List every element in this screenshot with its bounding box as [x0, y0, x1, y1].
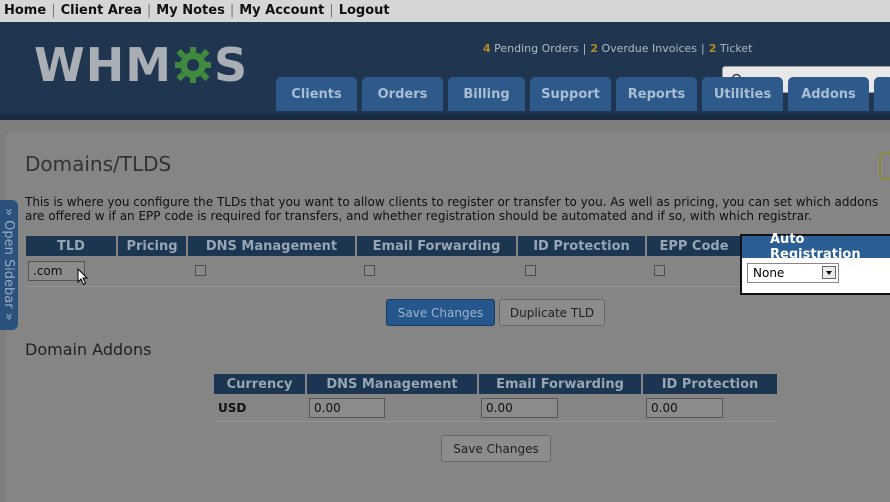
header-alerts: 4 Pending Orders | 2 Overdue Invoices | 2 Ti… [483, 42, 753, 55]
top-nav-bar: Home | Client Area | My Notes | My Account | Log… [0, 0, 890, 22]
duplicate-tld-button[interactable]: Duplicate TLD [499, 299, 605, 326]
th-email-forwarding: Email Forwarding [357, 236, 516, 256]
overdue-invoices-link[interactable]: Overdue Invoices [602, 42, 698, 55]
save-changes-button[interactable]: Save Changes [386, 299, 495, 326]
th-addon-email-forwarding: Email Forwarding [479, 374, 641, 394]
page-description: This is where you configure the TLDs tha… [25, 195, 879, 223]
nav-home-link[interactable]: Home [4, 3, 46, 18]
dns-management-checkbox[interactable] [195, 265, 206, 276]
id-protection-price-input[interactable]: 0.00 [646, 398, 723, 418]
nav-client-area-link[interactable]: Client Area [61, 3, 142, 18]
nav-my-account-link[interactable]: My Account [239, 3, 324, 18]
mouse-cursor-icon [77, 267, 89, 290]
open-sidebar-tab[interactable]: » Open Sidebar » [0, 200, 18, 330]
th-epp-code: EPP Code [647, 236, 741, 256]
th-tld: TLD [26, 236, 116, 256]
email-forwarding-price-input[interactable]: 0.00 [481, 398, 558, 418]
th-addon-dns-management: DNS Management [307, 374, 477, 394]
pending-orders-link[interactable]: Pending Orders [494, 42, 578, 55]
th-currency: Currency [214, 374, 305, 394]
page-title: Domains/TLDS [25, 152, 172, 176]
auto-registration-column: Auto Registration None [740, 232, 890, 295]
tab-reports[interactable]: Reports [616, 77, 697, 111]
th-auto-registration: Auto Registration [742, 232, 890, 262]
open-sidebar-label: » Open Sidebar » [1, 208, 16, 321]
email-forwarding-checkbox[interactable] [364, 265, 375, 276]
dns-price-input[interactable]: 0.00 [309, 398, 385, 418]
tab-more[interactable] [874, 77, 890, 111]
epp-code-checkbox[interactable] [654, 265, 665, 276]
save-addons-button[interactable]: Save Changes [441, 435, 551, 462]
tab-addons[interactable]: Addons [788, 77, 869, 111]
tab-orders[interactable]: Orders [362, 77, 443, 111]
tickets-link[interactable]: Ticket [720, 42, 753, 55]
chevron-down-icon[interactable] [822, 266, 836, 279]
tab-utilities[interactable]: Utilities [702, 77, 783, 111]
main-tabs: Clients Orders Billing Support Reports U… [276, 77, 890, 114]
logo[interactable]: WHM S [34, 38, 248, 92]
tab-support[interactable]: Support [530, 77, 611, 111]
help-button[interactable] [879, 152, 890, 180]
addon-row-divider [214, 421, 777, 422]
th-dns-management: DNS Management [188, 236, 355, 256]
nav-logout-link[interactable]: Logout [339, 3, 390, 18]
id-protection-checkbox[interactable] [525, 265, 536, 276]
tab-clients[interactable]: Clients [276, 77, 357, 111]
row-divider [26, 286, 742, 287]
currency-label: USD [218, 401, 247, 415]
th-id-protection: ID Protection [518, 236, 645, 256]
nav-my-notes-link[interactable]: My Notes [156, 3, 225, 18]
tab-billing[interactable]: Billing [448, 77, 525, 111]
th-pricing: Pricing [118, 236, 186, 256]
auto-registration-select[interactable]: None [747, 263, 839, 283]
top-nav: Home | Client Area | My Notes | My Account | Log… [4, 3, 390, 18]
th-addon-id-protection: ID Protection [643, 374, 777, 394]
domain-addons-title: Domain Addons [25, 340, 152, 359]
gear-logo-icon [173, 42, 213, 83]
